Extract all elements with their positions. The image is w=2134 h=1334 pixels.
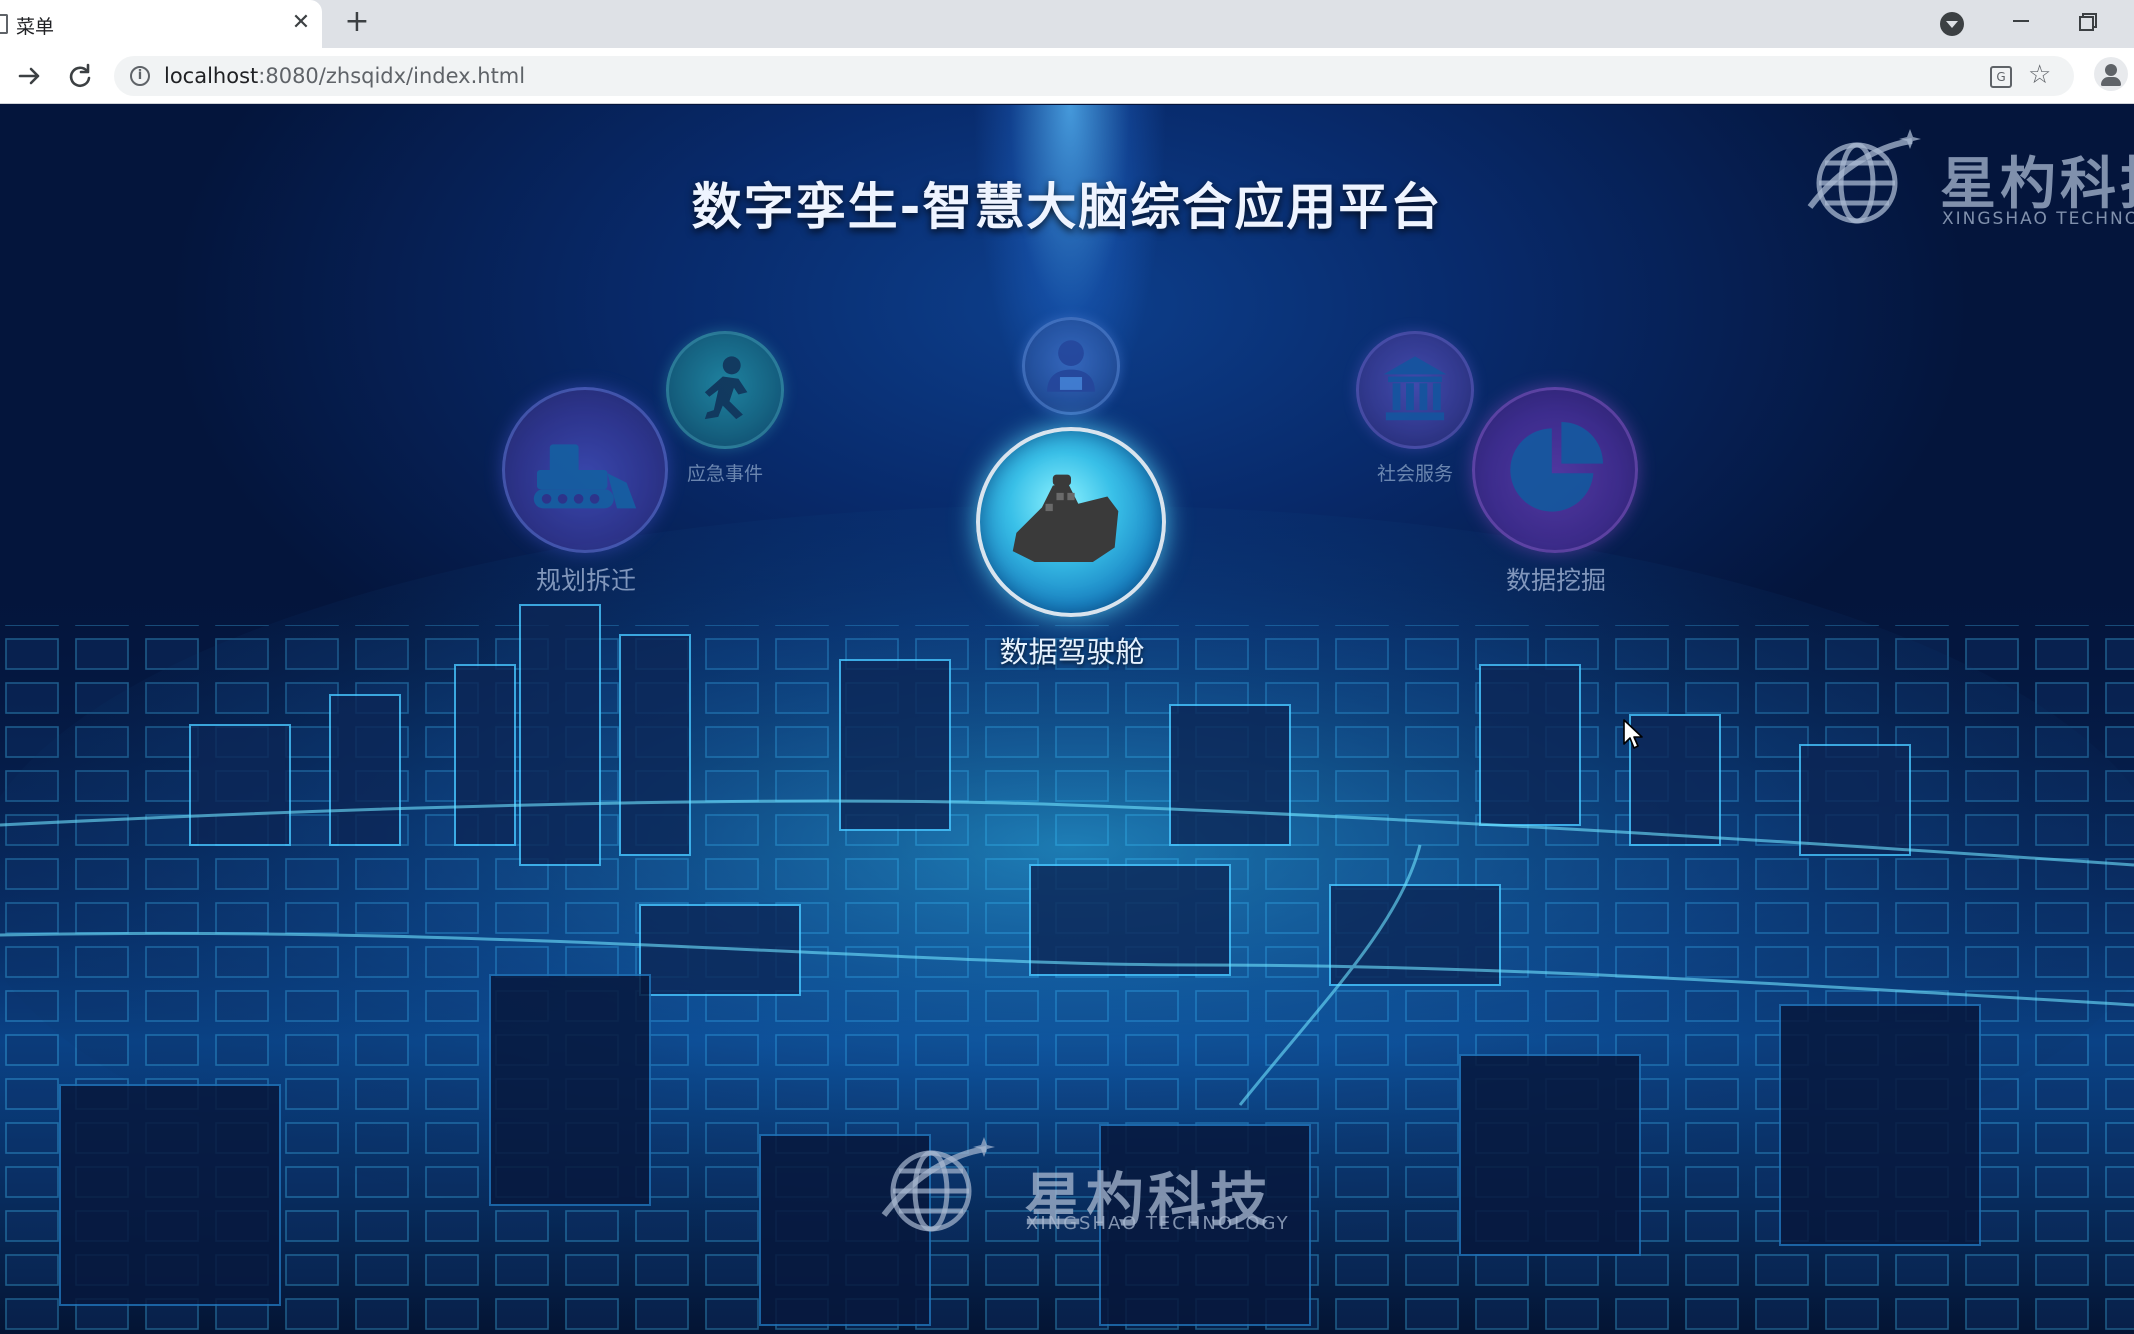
- brand-logo-bottom: 星杓科技 XINGSHAO TECHNOLOGY: [874, 1133, 1288, 1243]
- close-tab-icon[interactable]: ✕: [286, 8, 316, 38]
- menu-item-social[interactable]: 社会服务: [1354, 329, 1476, 489]
- running-person-icon[interactable]: [666, 331, 784, 449]
- menu-label: 数据驾驶舱: [999, 635, 1145, 669]
- tab-title: 菜单: [16, 16, 55, 38]
- mouse-cursor-icon: [1623, 719, 1643, 749]
- ship-icon[interactable]: [976, 427, 1166, 617]
- profile-avatar-icon[interactable]: [2094, 57, 2128, 91]
- pie-chart-icon[interactable]: [1472, 387, 1638, 553]
- site-info-icon[interactable]: i: [130, 66, 150, 86]
- new-tab-button[interactable]: +: [340, 6, 374, 40]
- address-bar[interactable]: i localhost:8080/zhsqidx/index.html G ☆: [114, 56, 2074, 96]
- reload-icon[interactable]: [62, 58, 98, 94]
- menu-item-personnel[interactable]: [1020, 315, 1122, 425]
- menu-item-cockpit[interactable]: 数据驾驶舱: [972, 423, 1172, 683]
- menu-label: 规划拆迁: [535, 566, 636, 595]
- url-text[interactable]: localhost:8080/zhsqidx/index.html: [164, 64, 525, 88]
- page-icon: [0, 14, 8, 34]
- minimize-button[interactable]: [2006, 6, 2036, 36]
- tab-search-icon[interactable]: [1940, 12, 1964, 36]
- browser-tab[interactable]: 菜单 ✕: [0, 0, 322, 48]
- page-viewport: 数字孪生-智慧大脑综合应用平台 星杓科技 XINGSHAO TECHNOLOGY: [0, 105, 2134, 1334]
- menu-label: 应急事件: [686, 463, 763, 485]
- translate-icon[interactable]: G: [1990, 66, 2012, 88]
- globe-logo-icon: [881, 1137, 995, 1232]
- menu-item-emergency[interactable]: 应急事件: [664, 329, 786, 489]
- restore-button[interactable]: [2072, 6, 2102, 36]
- institution-icon[interactable]: [1356, 331, 1474, 449]
- brand-subtitle: XINGSHAO TECHNOLOGY: [1026, 1213, 1290, 1234]
- menu-item-mining[interactable]: 数据挖掘: [1470, 385, 1642, 595]
- brand-logo-top: 星杓科技 XINGSHAO TECHNOLOGY: [1802, 125, 2134, 235]
- globe-logo-icon: [1807, 129, 1921, 224]
- bookmark-star-icon[interactable]: ☆: [2028, 60, 2051, 90]
- browser-tab-strip: 菜单 ✕ +: [0, 0, 2134, 48]
- person-icon[interactable]: [1022, 317, 1120, 415]
- forward-icon[interactable]: [12, 58, 48, 94]
- menu-label: 数据挖掘: [1505, 566, 1606, 595]
- brand-subtitle: XINGSHAO TECHNOLOGY: [1942, 209, 2134, 229]
- browser-toolbar: i localhost:8080/zhsqidx/index.html G ☆: [0, 48, 2134, 104]
- brand-name: 星杓科技: [1940, 152, 2134, 217]
